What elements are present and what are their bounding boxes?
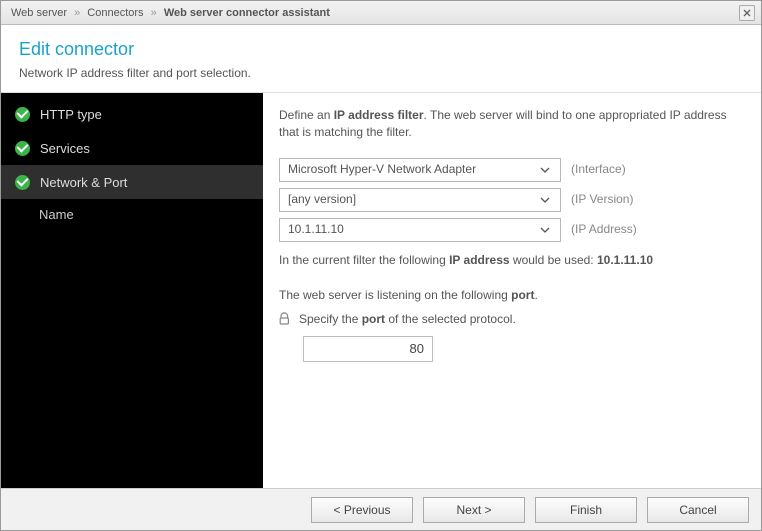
sidebar-item-label: Services [40,141,90,156]
ipversion-label: (IP Version) [571,191,633,208]
page-title: Edit connector [19,39,743,60]
text: The web server is listening on the follo… [279,288,511,302]
text: would be used: [510,253,597,267]
text: . [534,288,537,302]
intro-text: Define an IP address filter. The web ser… [279,107,745,142]
interface-label: (Interface) [571,161,626,178]
ipaddress-label: (IP Address) [571,221,637,238]
text: of the selected protocol. [385,312,516,326]
interface-select[interactable]: Microsoft Hyper-V Network Adapter [279,158,561,182]
breadcrumb-sep: » [74,7,80,19]
text-bold: IP address filter [334,108,424,122]
filter-result-text: In the current filter the following IP a… [279,252,745,269]
text-bold: port [511,288,534,302]
text-bold: IP address [449,253,509,267]
interface-row: Microsoft Hyper-V Network Adapter (Inter… [279,158,745,182]
cancel-button[interactable]: Cancel [647,497,749,523]
content-pane: Define an IP address filter. The web ser… [263,93,761,495]
next-button[interactable]: Next > [423,497,525,523]
port-spec-text: Specify the port of the selected protoco… [299,311,516,328]
finish-button[interactable]: Finish [535,497,637,523]
port-intro-text: The web server is listening on the follo… [279,287,745,304]
breadcrumb-sep: » [151,7,157,19]
breadcrumb-part[interactable]: Web server [11,7,67,19]
sidebar-item-label: Name [39,207,74,222]
text-bold: port [362,312,385,326]
page-subtitle: Network IP address filter and port selec… [19,66,743,80]
select-value: [any version] [288,191,356,208]
body: HTTP type Services Network & Port Name D… [1,93,761,495]
sidebar-item-http-type[interactable]: HTTP type [1,97,263,131]
close-icon [743,9,751,17]
text: In the current filter the following [279,253,449,267]
lock-icon [279,312,291,326]
ipaddress-select[interactable]: 10.1.11.10 [279,218,561,242]
previous-button[interactable]: < Previous [311,497,413,523]
chevron-down-icon [536,227,554,233]
check-icon [15,107,30,122]
sidebar-item-network-port[interactable]: Network & Port [1,165,263,199]
titlebar: Web server » Connectors » Web server con… [1,1,761,25]
sidebar-item-services[interactable]: Services [1,131,263,165]
close-button[interactable] [739,5,755,21]
breadcrumb-current: Web server connector assistant [164,7,330,19]
text: Define an [279,108,334,122]
sidebar-item-label: Network & Port [40,175,127,190]
ipversion-row: [any version] (IP Version) [279,188,745,212]
wizard-footer: < Previous Next > Finish Cancel [1,488,761,530]
text: Specify the [299,312,362,326]
check-icon [15,175,30,190]
wizard-sidebar: HTTP type Services Network & Port Name [1,93,263,495]
text-bold: 10.1.11.10 [597,253,653,267]
breadcrumb: Web server » Connectors » Web server con… [11,7,330,19]
ipaddress-row: 10.1.11.10 (IP Address) [279,218,745,242]
check-icon [15,141,30,156]
breadcrumb-part[interactable]: Connectors [87,7,143,19]
select-value: 10.1.11.10 [288,221,344,238]
sidebar-subitem-name[interactable]: Name [1,199,263,229]
port-input[interactable] [303,336,433,362]
sidebar-item-label: HTTP type [40,107,102,122]
ipversion-select[interactable]: [any version] [279,188,561,212]
chevron-down-icon [536,197,554,203]
port-spec-row: Specify the port of the selected protoco… [279,311,745,328]
chevron-down-icon [536,167,554,173]
header: Edit connector Network IP address filter… [1,25,761,93]
port-input-wrap [303,336,745,362]
select-value: Microsoft Hyper-V Network Adapter [288,161,476,178]
